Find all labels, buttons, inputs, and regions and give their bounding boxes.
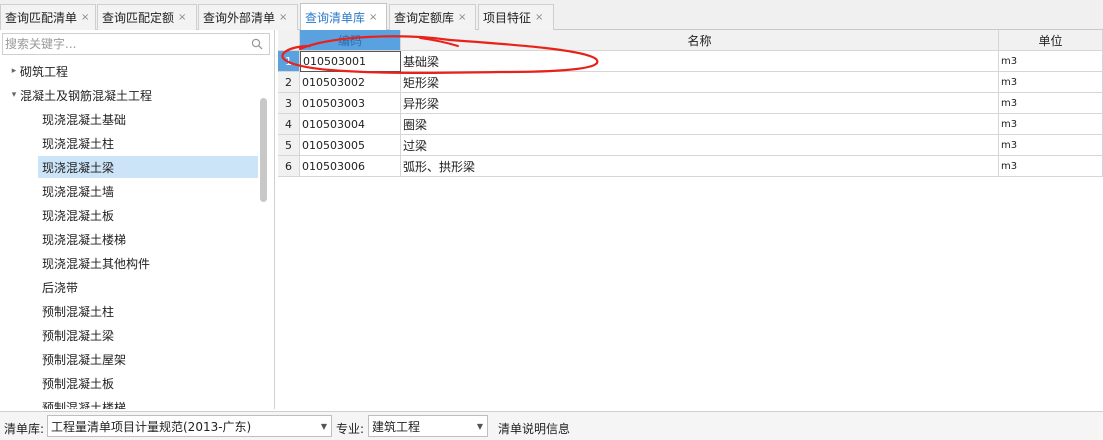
cell-unit[interactable]: m3 xyxy=(999,114,1103,135)
tree-node-label: 砌筑工程 xyxy=(20,64,69,79)
row-number[interactable]: 5 xyxy=(278,135,300,156)
tree-item[interactable]: 预制混凝土板 xyxy=(38,372,258,394)
tree-item-label: 现浇混凝土其他构件 xyxy=(42,256,151,271)
specialty-select-value: 建筑工程 xyxy=(372,419,421,434)
close-icon[interactable]: × xyxy=(178,12,186,23)
tab-label: 查询匹配清单 xyxy=(5,11,78,25)
cell-name[interactable]: 圈梁 xyxy=(401,114,999,135)
cell-code[interactable]: 010503006 xyxy=(300,156,401,177)
search-box xyxy=(2,33,270,55)
tree-item[interactable]: 预制混凝土柱 xyxy=(38,300,258,322)
close-icon[interactable]: × xyxy=(458,12,466,23)
tree-item-label: 现浇混凝土梁 xyxy=(42,160,115,175)
tree-item-label: 预制混凝土楼梯 xyxy=(42,400,127,410)
expand-arrow-icon[interactable]: ▸ xyxy=(8,66,20,76)
tree-node-masonry[interactable]: ▸ 砌筑工程 xyxy=(8,60,258,82)
chevron-down-icon[interactable]: ▼ xyxy=(321,422,327,431)
tab-label: 查询外部清单 xyxy=(203,11,276,25)
tab-label: 查询定额库 xyxy=(394,11,455,25)
search-icon[interactable] xyxy=(251,38,263,50)
tree-item-label: 现浇混凝土楼梯 xyxy=(42,232,127,247)
tree-item-label: 预制混凝土柱 xyxy=(42,304,115,319)
tree-item[interactable]: 现浇混凝土楼梯 xyxy=(38,228,258,250)
tab-query-list-library[interactable]: 查询清单库 × xyxy=(300,3,387,30)
tree-item[interactable]: 现浇混凝土其他构件 xyxy=(38,252,258,274)
tab-item-features[interactable]: 项目特征 × xyxy=(478,4,554,30)
tree-item-label: 预制混凝土梁 xyxy=(42,328,115,343)
tree-item-label: 现浇混凝土板 xyxy=(42,208,115,223)
cell-unit[interactable]: m3 xyxy=(999,93,1103,114)
tree-item[interactable]: 现浇混凝土板 xyxy=(38,204,258,226)
library-label: 清单库: xyxy=(4,422,45,436)
tab-label: 项目特征 xyxy=(483,11,532,25)
collapse-arrow-icon[interactable]: ▾ xyxy=(8,90,20,100)
row-number[interactable]: 3 xyxy=(278,93,300,114)
tab-label: 查询清单库 xyxy=(305,10,366,25)
cell-code[interactable]: 010503001 xyxy=(300,51,401,72)
cell-code[interactable]: 010503002 xyxy=(300,72,401,93)
close-icon[interactable]: × xyxy=(279,12,287,23)
tree-item[interactable]: 预制混凝土梁 xyxy=(38,324,258,346)
tree-item-label: 预制混凝土屋架 xyxy=(42,352,127,367)
tree-item-label: 现浇混凝土柱 xyxy=(42,136,115,151)
cell-name[interactable]: 过梁 xyxy=(401,135,999,156)
list-grid: 编码 名称 单位 1 010503001 基础梁 m3 2 010503002 … xyxy=(278,30,1103,409)
chevron-down-icon[interactable]: ▼ xyxy=(477,422,483,431)
search-input[interactable] xyxy=(3,34,243,54)
row-number[interactable]: 6 xyxy=(278,156,300,177)
cell-code[interactable]: 010503003 xyxy=(300,93,401,114)
close-icon[interactable]: × xyxy=(535,12,543,23)
tab-query-external-list[interactable]: 查询外部清单 × xyxy=(198,4,298,30)
tree-node-concrete[interactable]: ▾ 混凝土及钢筋混凝土工程 xyxy=(8,84,258,106)
tree-scrollbar-thumb[interactable] xyxy=(260,98,267,202)
tab-query-matched-list[interactable]: 查询匹配清单 × xyxy=(0,4,96,30)
tree-item[interactable]: 后浇带 xyxy=(38,276,258,298)
tree-item[interactable]: 现浇混凝土墙 xyxy=(38,180,258,202)
column-header-code[interactable]: 编码 xyxy=(300,30,401,51)
tree-item-selected[interactable]: 现浇混凝土梁 xyxy=(38,156,258,178)
cell-code[interactable]: 010503005 xyxy=(300,135,401,156)
close-icon[interactable]: × xyxy=(369,12,377,23)
tree-item[interactable]: 预制混凝土屋架 xyxy=(38,348,258,370)
tab-query-quota-library[interactable]: 查询定额库 × xyxy=(389,4,476,30)
category-tree-panel: ▸ 砌筑工程 ▾ 混凝土及钢筋混凝土工程 现浇混凝土基础 现浇混凝土柱 现浇混凝… xyxy=(0,30,275,409)
cell-name[interactable]: 基础梁 xyxy=(401,51,999,72)
tree-item[interactable]: 预制混凝土楼梯 xyxy=(38,396,258,410)
cell-unit[interactable]: m3 xyxy=(999,156,1103,177)
tab-label: 查询匹配定额 xyxy=(102,11,175,25)
column-header-name[interactable]: 名称 xyxy=(401,30,999,51)
tree-item-label: 预制混凝土板 xyxy=(42,376,115,391)
cell-name[interactable]: 弧形、拱形梁 xyxy=(401,156,999,177)
row-number[interactable]: 2 xyxy=(278,72,300,93)
tab-query-matched-quota[interactable]: 查询匹配定额 × xyxy=(97,4,197,30)
list-description-label[interactable]: 清单说明信息 xyxy=(498,420,570,437)
cell-name[interactable]: 矩形梁 xyxy=(401,72,999,93)
bottom-bar: 清单库: 工程量清单项目计量规范(2013-广东) ▼ 专业: 建筑工程 ▼ 清… xyxy=(0,411,1103,440)
row-number[interactable]: 4 xyxy=(278,114,300,135)
tree-item[interactable]: 现浇混凝土柱 xyxy=(38,132,258,154)
cell-unit[interactable]: m3 xyxy=(999,51,1103,72)
specialty-select[interactable]: 建筑工程 ▼ xyxy=(368,415,488,437)
close-icon[interactable]: × xyxy=(81,12,89,23)
column-header-unit[interactable]: 单位 xyxy=(999,30,1103,51)
tree-node-label: 混凝土及钢筋混凝土工程 xyxy=(20,88,153,103)
grid-corner[interactable] xyxy=(278,30,300,51)
cell-unit[interactable]: m3 xyxy=(999,135,1103,156)
tree-item[interactable]: 现浇混凝土基础 xyxy=(38,108,258,130)
tree-item-label: 现浇混凝土基础 xyxy=(42,112,127,127)
cell-name[interactable]: 异形梁 xyxy=(401,93,999,114)
specialty-label: 专业: xyxy=(336,422,365,436)
cell-unit[interactable]: m3 xyxy=(999,72,1103,93)
tree-item-label: 后浇带 xyxy=(42,280,79,295)
library-select[interactable]: 工程量清单项目计量规范(2013-广东) ▼ xyxy=(47,415,332,437)
tree-item-label: 现浇混凝土墙 xyxy=(42,184,115,199)
row-number[interactable]: 1 xyxy=(278,51,300,72)
library-select-value: 工程量清单项目计量规范(2013-广东) xyxy=(51,419,252,434)
cell-code[interactable]: 010503004 xyxy=(300,114,401,135)
tab-bar: 查询匹配清单 × 查询匹配定额 × 查询外部清单 × 查询清单库 × 查询定额库… xyxy=(0,0,1103,30)
